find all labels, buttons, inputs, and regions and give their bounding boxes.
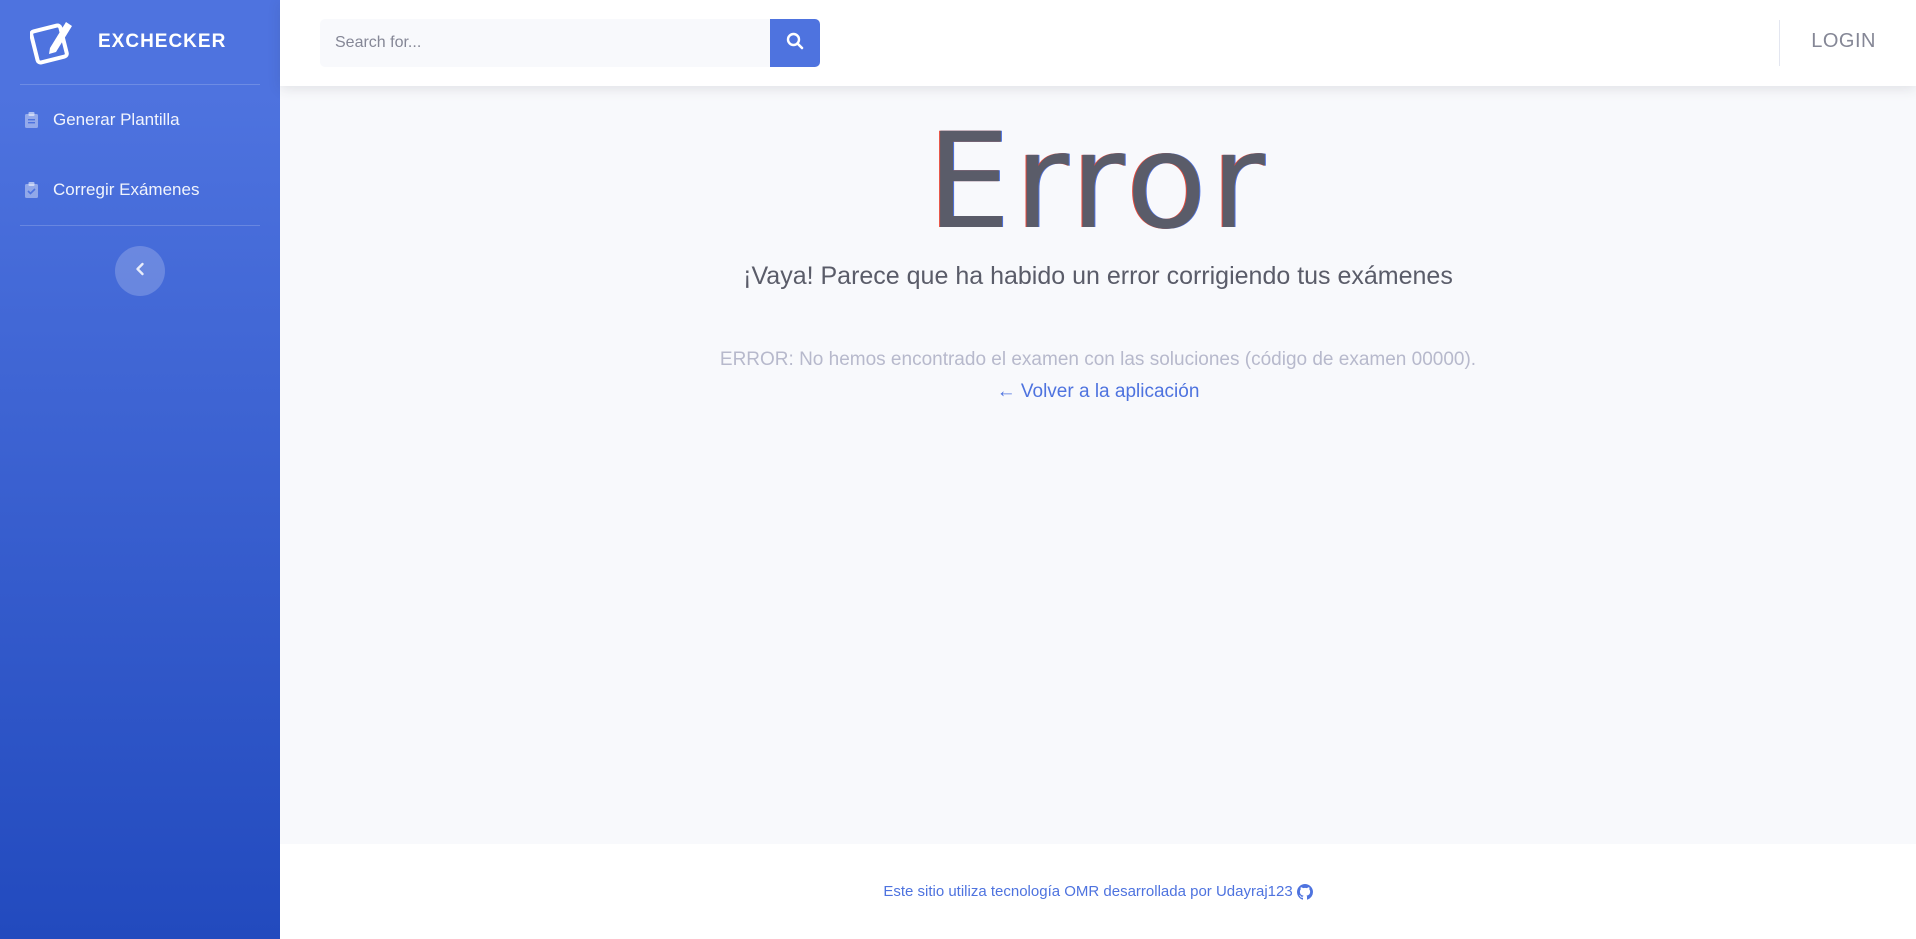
footer: Este sitio utiliza tecnología OMR desarr… bbox=[280, 844, 1916, 939]
clipboard-check-icon bbox=[24, 181, 38, 199]
sidebar-toggle-button[interactable] bbox=[115, 246, 165, 296]
error-title: Error bbox=[927, 105, 1269, 259]
search-button[interactable] bbox=[770, 19, 820, 67]
sidebar-item-label: Generar Plantilla bbox=[53, 110, 180, 129]
topbar: LOGIN bbox=[280, 0, 1916, 86]
search-icon bbox=[786, 32, 804, 55]
sidebar-brand[interactable]: EXCHECKER bbox=[0, 0, 280, 84]
clipboard-icon bbox=[24, 111, 38, 129]
brand-name: EXCHECKER bbox=[98, 31, 227, 52]
sidebar-item-corregir-examenes[interactable]: Corregir Exámenes bbox=[0, 155, 280, 225]
sidebar-divider bbox=[20, 225, 260, 226]
sidebar: EXCHECKER Generar Plantilla Corregir Exá… bbox=[0, 0, 280, 939]
back-to-app-link[interactable]: ← Volver a la aplicación bbox=[997, 381, 1200, 403]
main-content: Error ¡Vaya! Parece que ha habido un err… bbox=[280, 86, 1916, 844]
search-group bbox=[320, 19, 820, 67]
sidebar-item-label: Corregir Exámenes bbox=[53, 180, 200, 199]
footer-text[interactable]: Este sitio utiliza tecnología OMR desarr… bbox=[883, 883, 1292, 900]
topbar-divider bbox=[1779, 20, 1780, 66]
edit-logo-icon bbox=[30, 17, 74, 67]
search-input[interactable] bbox=[320, 19, 770, 67]
github-icon[interactable] bbox=[1296, 883, 1313, 900]
error-message: ERROR: No hemos encontrado el examen con… bbox=[719, 349, 1477, 370]
chevron-left-icon bbox=[135, 262, 145, 281]
error-subtitle: ¡Vaya! Parece que ha habido un error cor… bbox=[743, 262, 1453, 290]
login-link[interactable]: LOGIN bbox=[1811, 30, 1876, 53]
sidebar-item-generar-plantilla[interactable]: Generar Plantilla bbox=[0, 85, 280, 155]
